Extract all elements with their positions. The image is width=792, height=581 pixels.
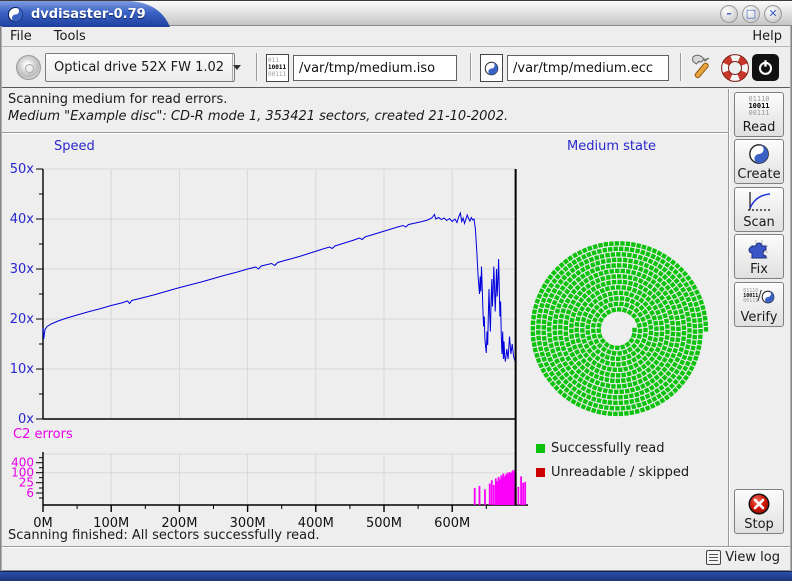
verify-button[interactable]: 011101001100111 / Verify (734, 282, 784, 327)
help-lifebuoy-icon[interactable] (721, 54, 749, 82)
view-log-button[interactable]: View log (706, 550, 780, 565)
svg-text:20x: 20x (10, 312, 35, 327)
iso-path-input[interactable] (293, 55, 457, 81)
chevron-down-icon (233, 65, 241, 70)
svg-text:0x: 0x (18, 412, 34, 427)
read-button-label: Read (743, 120, 776, 135)
medium-state-disc (531, 241, 709, 416)
action-sidebar: 011101001100111 Read Create Scan Fix (728, 89, 792, 547)
menu-file[interactable]: File (10, 29, 32, 44)
window-bottom-frame (0, 570, 792, 581)
create-yinyang-icon (748, 143, 770, 165)
footer-bar: View log (0, 548, 792, 570)
verify-button-label: Verify (741, 310, 778, 325)
stop-icon (747, 492, 771, 516)
drive-select[interactable]: Optical drive 52X FW 1.02 (45, 53, 235, 82)
maximize-button[interactable]: □ (742, 5, 760, 23)
scan-chart-icon (746, 191, 772, 213)
stop-button[interactable]: Stop (734, 489, 784, 534)
window-title: dvdisaster-0.79 (31, 7, 146, 22)
optical-disc-icon (16, 55, 41, 80)
drive-select-arrow[interactable] (232, 54, 241, 81)
svg-text:600M: 600M (434, 516, 470, 531)
fix-puzzle-icon (747, 237, 771, 261)
legend-unreadable-label: Unreadable / skipped (551, 465, 689, 480)
legend-read: Successfully read (536, 441, 664, 456)
svg-text:500M: 500M (366, 516, 402, 531)
menu-help[interactable]: Help (752, 29, 782, 44)
status-line2: Medium "Example disc": CD-R mode 1, 3534… (8, 109, 720, 124)
svg-text:10x: 10x (10, 362, 35, 377)
drive-select-value: Optical drive 52X FW 1.02 (46, 60, 232, 75)
fix-button[interactable]: Fix (734, 234, 784, 279)
minimize-button[interactable]: – (720, 5, 738, 23)
read-icon: 011101001100111 (748, 96, 769, 117)
preferences-wrench-icon[interactable] (688, 54, 716, 82)
svg-text:30x: 30x (10, 262, 35, 277)
scan-button-label: Scan (743, 215, 775, 230)
legend-unreadable-swatch (536, 468, 545, 477)
status-header: Scanning medium for read errors. Medium … (0, 89, 728, 133)
quit-power-button[interactable] (752, 54, 779, 81)
status-line1: Scanning medium for read errors. (8, 92, 720, 107)
ecc-path-input[interactable] (507, 55, 669, 81)
fix-button-label: Fix (750, 262, 768, 277)
toolbar-separator (256, 53, 257, 81)
legend-read-label: Successfully read (551, 441, 664, 456)
window-left-frame (0, 26, 2, 571)
create-button[interactable]: Create (734, 139, 784, 184)
app-logo-icon (7, 6, 24, 23)
stop-button-label: Stop (744, 517, 774, 532)
svg-text:50x: 50x (10, 162, 35, 177)
menu-bar: File Tools Help (0, 27, 792, 47)
toolbar-separator (680, 53, 681, 81)
read-button[interactable]: 011101001100111 Read (734, 92, 784, 137)
title-bar[interactable]: dvdisaster-0.79 – □ ✕ (0, 0, 792, 26)
iso-file-icon: 0111001100111 (266, 54, 289, 82)
scan-button[interactable]: Scan (734, 187, 784, 232)
power-icon (757, 59, 774, 76)
svg-text:40x: 40x (10, 212, 35, 227)
verify-binary-icon: 011101001100111 (743, 289, 758, 304)
title-tab: dvdisaster-0.79 (0, 1, 170, 27)
legend-unreadable: Unreadable / skipped (536, 465, 689, 480)
log-list-icon (706, 550, 721, 565)
menu-tools[interactable]: Tools (54, 29, 86, 44)
scan-result-text: Scanning finished: All sectors successfu… (8, 528, 320, 543)
create-button-label: Create (737, 167, 780, 182)
legend-read-swatch (536, 444, 545, 453)
close-button[interactable]: ✕ (764, 5, 782, 23)
view-log-label: View log (725, 550, 780, 565)
app-window: dvdisaster-0.79 – □ ✕ File Tools Help Op… (0, 0, 792, 581)
ecc-file-icon (480, 54, 503, 82)
toolbar-separator (470, 53, 471, 81)
svg-text:400: 400 (11, 456, 34, 470)
verify-yinyang-icon (761, 290, 775, 304)
